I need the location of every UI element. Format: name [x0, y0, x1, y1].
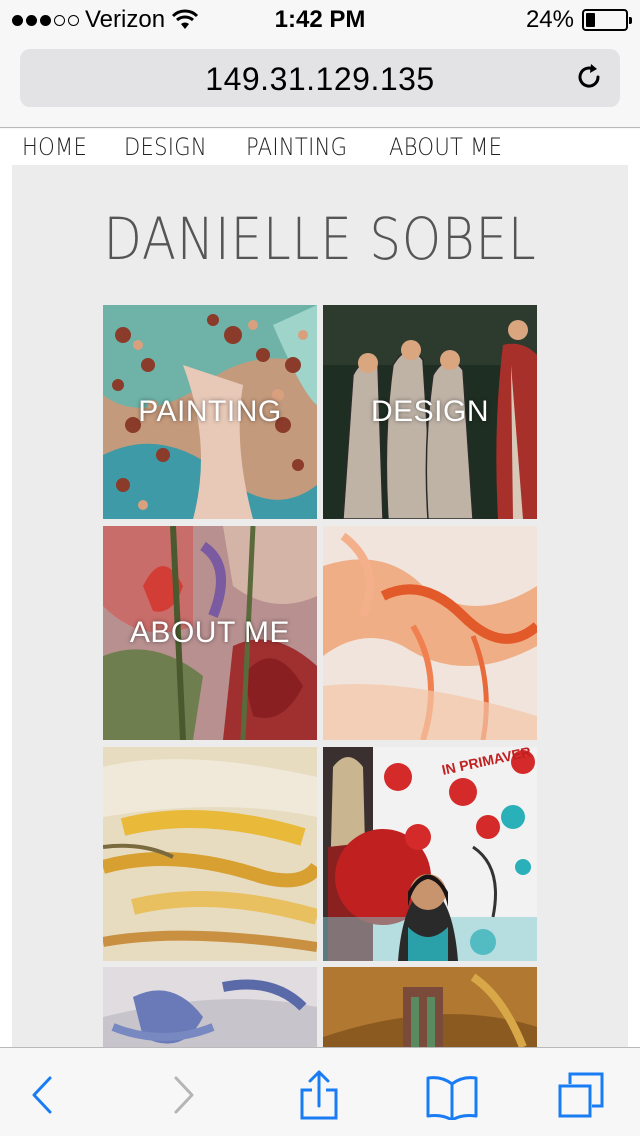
tile-about-me-label: ABOUT ME	[129, 616, 291, 649]
url-text[interactable]: 149.31.129.135	[20, 61, 620, 98]
blue-painting-image	[103, 967, 317, 1047]
browser-toolbar	[0, 1047, 640, 1136]
orange-painting-image	[323, 526, 537, 740]
tabs-icon[interactable]	[556, 1070, 606, 1120]
tile-painting-label: PAINTING	[138, 395, 282, 428]
tile-design-label: DESIGN	[370, 395, 490, 428]
main-content: DANIELLE SOBEL PAINTING DESIGN ABOUT ME …	[12, 165, 628, 1047]
site-nav: HOME DESIGN PAINTING ABOUT ME	[22, 133, 518, 161]
tile-primavera-collage[interactable]: IN PRIMAVER	[323, 747, 537, 961]
nav-painting[interactable]: PAINTING	[246, 133, 347, 161]
tile-orange-painting[interactable]	[323, 526, 537, 740]
status-bar: Verizon 1:42 PM 24%	[0, 0, 640, 40]
tile-design[interactable]: DESIGN	[323, 305, 537, 519]
nav-home[interactable]: HOME	[22, 133, 87, 161]
nav-about-me[interactable]: ABOUT ME	[389, 133, 502, 161]
tile-gold-painting[interactable]	[323, 967, 537, 1047]
forward-icon	[174, 1076, 194, 1114]
address-bar[interactable]: 149.31.129.135	[20, 49, 620, 107]
share-icon[interactable]	[294, 1070, 344, 1120]
reload-icon[interactable]	[574, 62, 604, 92]
tile-painting[interactable]: PAINTING	[103, 305, 317, 519]
bookmarks-icon[interactable]	[424, 1070, 480, 1120]
back-icon[interactable]	[18, 1070, 68, 1120]
site-title: DANIELLE SOBEL	[103, 205, 537, 273]
battery-group: 24%	[525, 6, 632, 34]
battery-icon	[582, 9, 632, 31]
web-page: HOME DESIGN PAINTING ABOUT ME DANIELLE S…	[0, 129, 640, 1047]
tile-about-me[interactable]: ABOUT ME	[103, 526, 317, 740]
tile-blue-painting[interactable]	[103, 967, 317, 1047]
tile-yellow-painting[interactable]	[103, 747, 317, 961]
yellow-painting-image	[103, 747, 317, 961]
battery-percent: 24%	[525, 6, 574, 33]
browser-address-area: 149.31.129.135	[0, 40, 640, 128]
gold-painting-image	[323, 967, 537, 1047]
nav-design[interactable]: DESIGN	[124, 133, 207, 161]
primavera-collage-image: IN PRIMAVER	[323, 747, 537, 961]
